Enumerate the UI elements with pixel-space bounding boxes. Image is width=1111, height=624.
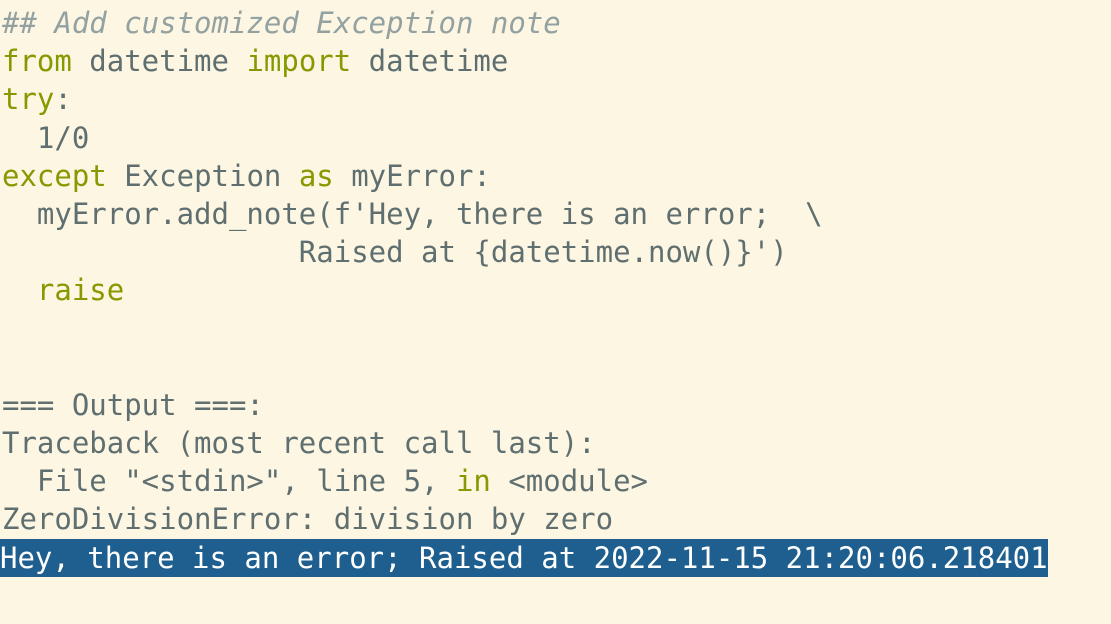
keyword-from: from (2, 44, 72, 79)
colon: : (54, 82, 72, 117)
comment-text: ## Add customized Exception note (2, 6, 561, 40)
error-line: ZeroDivisionError: division by zero (0, 500, 1111, 538)
traceback-text: Traceback (most recent call last): (2, 426, 596, 461)
error-variable: myError: (333, 158, 491, 193)
code-line-6: myError.add_note(f'Hey, there is an erro… (0, 195, 1111, 233)
keyword-try: try (2, 82, 55, 117)
code-line-8: raise (0, 271, 1111, 309)
output-header-text: === Output ===: (2, 387, 264, 422)
exception-class: Exception (106, 158, 299, 193)
keyword-import: import (246, 44, 352, 79)
import-name: datetime (351, 44, 509, 79)
code-line-2: from datetime import datetime (0, 42, 1111, 80)
code-line-5: except Exception as myError: (0, 157, 1111, 195)
code-line-3: try: (0, 80, 1111, 118)
add-note-continuation: Raised at {datetime.now()}') (2, 235, 788, 270)
code-editor[interactable]: ## Add customized Exception note from da… (0, 0, 1111, 624)
keyword-except: except (2, 158, 107, 193)
error-text: ZeroDivisionError: division by zero (2, 502, 614, 537)
code-line-1: ## Add customized Exception note (0, 4, 1111, 42)
code-line-4: 1/0 (0, 119, 1111, 157)
traceback-file-line: File "<stdin>", line 5, in <module> (0, 462, 1111, 500)
keyword-raise: raise (36, 273, 125, 308)
note-line[interactable]: Hey, there is an error; Raised at 2022-1… (0, 538, 1111, 577)
traceback-line: Traceback (most recent call last): (0, 424, 1111, 462)
module-location: <module> (490, 464, 649, 499)
module-name: datetime (71, 44, 247, 79)
keyword-in: in (455, 464, 491, 499)
add-note-call: myError.add_note(f'Hey, there is an erro… (2, 196, 823, 231)
keyword-as: as (298, 158, 334, 193)
code-line-7: Raised at {datetime.now()}') (0, 233, 1111, 271)
selected-note-text[interactable]: Hey, there is an error; Raised at 2022-1… (0, 538, 1048, 577)
division-expression: 1/0 (2, 120, 90, 155)
file-location: File "<stdin>", line 5, (2, 464, 456, 499)
output-header: === Output ===: (0, 386, 1111, 424)
